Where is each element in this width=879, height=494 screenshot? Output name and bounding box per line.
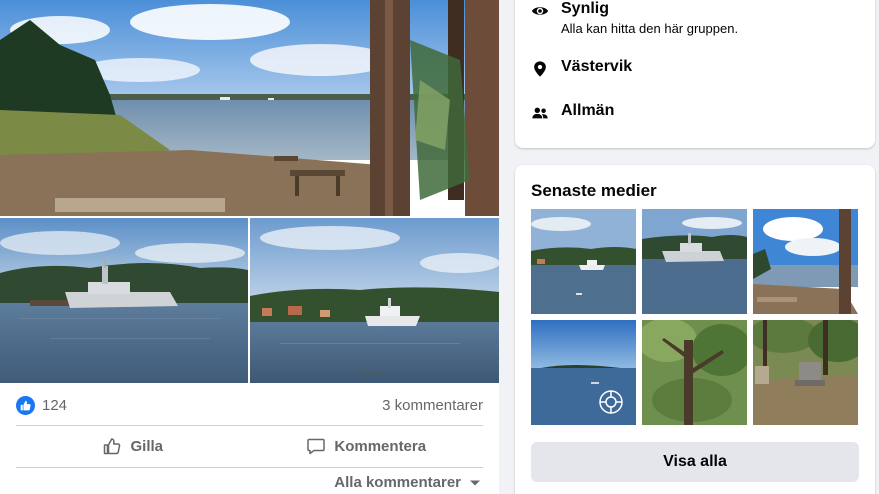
like-label: Gilla <box>130 437 163 455</box>
reaction-summary[interactable]: 124 <box>16 395 68 415</box>
location-pin-icon <box>534 61 546 77</box>
post-card: 124 3 kommentarer Gilla Kommentera Alla … <box>0 0 499 494</box>
beach-photo-image <box>0 0 499 216</box>
people-icon <box>532 107 548 119</box>
comment-count[interactable]: 3 kommentarer <box>382 397 483 414</box>
ship-thumbnail-image <box>642 209 747 314</box>
media-thumbnail[interactable] <box>642 209 747 314</box>
thumbs-up-icon <box>104 438 121 455</box>
media-thumbnail[interactable] <box>531 320 636 425</box>
reaction-count: 124 <box>42 396 68 414</box>
forest-thumbnail-image <box>642 320 747 425</box>
divider <box>16 467 483 468</box>
comment-label: Kommentera <box>334 437 427 455</box>
location-title: Västervik <box>561 58 633 75</box>
media-thumbnail[interactable] <box>753 320 858 425</box>
recent-media-heading: Senaste medier <box>531 181 657 200</box>
about-item-location[interactable]: Västervik <box>531 58 632 78</box>
all-comments-filter[interactable]: Alla kommentarer <box>334 474 481 491</box>
caret-down-icon <box>470 480 480 485</box>
about-item-visibility: Synlig Alla kan hitta den här gruppen. <box>531 0 738 36</box>
comment-button[interactable]: Kommentera <box>250 427 484 465</box>
divider <box>16 425 483 426</box>
group-about-card: Synlig Alla kan hitta den här gruppen. V… <box>515 0 875 148</box>
media-thumbnail[interactable] <box>753 209 858 314</box>
media-thumbnail[interactable] <box>531 209 636 314</box>
reactions-row: 124 3 kommentarer <box>16 393 483 417</box>
group-type-title: Allmän <box>561 102 615 119</box>
about-item-type: Allmän <box>531 102 614 122</box>
like-reaction-icon <box>16 395 35 415</box>
comment-bubble-icon <box>307 438 326 455</box>
visibility-title: Synlig <box>561 0 610 17</box>
post-actions: Gilla Kommentera <box>16 427 483 465</box>
ship-thumbnail-image <box>531 209 636 314</box>
recent-media-card: Senaste medier Visa alla <box>515 165 875 494</box>
show-all-button[interactable]: Visa alla <box>531 442 859 482</box>
ship-photo-image <box>0 218 248 383</box>
post-photo-ship-2[interactable] <box>250 218 499 383</box>
beach-thumbnail-image <box>753 209 858 314</box>
lake-video-thumbnail-image <box>531 320 636 425</box>
post-photo-ship-1[interactable] <box>0 218 248 383</box>
eye-icon <box>531 7 549 15</box>
ship-photo-image <box>250 218 499 383</box>
media-thumbnail[interactable] <box>642 320 747 425</box>
all-comments-label: Alla kommentarer <box>334 474 461 491</box>
like-button[interactable]: Gilla <box>16 427 250 465</box>
visibility-subtitle: Alla kan hitta den här gruppen. <box>561 21 739 36</box>
campfire-thumbnail-image <box>753 320 858 425</box>
post-photo-beach[interactable] <box>0 0 499 216</box>
